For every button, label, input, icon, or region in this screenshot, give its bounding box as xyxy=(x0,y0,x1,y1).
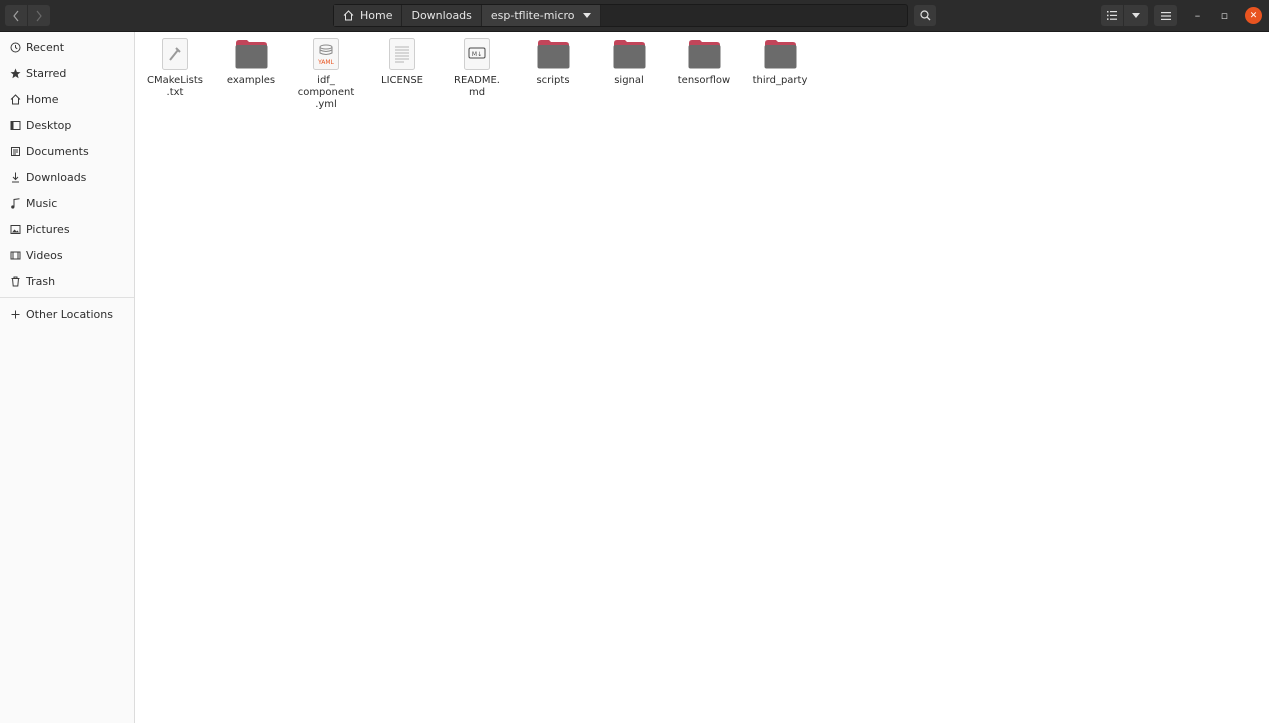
file-name: signal xyxy=(614,75,644,86)
minimize-button[interactable]: – xyxy=(1189,7,1206,24)
svg-text:M↓: M↓ xyxy=(472,51,482,58)
sidebar: Recent Starred Home Desktop Documents Do… xyxy=(0,32,135,723)
sidebar-item-desktop[interactable]: Desktop xyxy=(0,113,134,137)
sidebar-item-label: Videos xyxy=(26,248,63,262)
file-item-examples[interactable]: examples xyxy=(216,37,286,87)
list-view-icon xyxy=(1107,11,1117,20)
maximize-icon: ▫ xyxy=(1220,9,1229,22)
sidebar-item-other-locations[interactable]: Other Locations xyxy=(0,302,134,326)
breadcrumb-downloads[interactable]: Downloads xyxy=(402,5,482,26)
sidebar-item-label: Starred xyxy=(26,66,67,80)
breadcrumb-label: Downloads xyxy=(411,9,472,22)
folder-icon xyxy=(612,37,646,70)
file-name: tensorflow xyxy=(677,75,731,86)
sidebar-item-home[interactable]: Home xyxy=(0,87,134,111)
home-icon xyxy=(343,10,354,21)
file-name: idf_ component .yml xyxy=(297,75,355,110)
view-toggle-button[interactable] xyxy=(1101,5,1123,26)
picture-icon xyxy=(9,223,21,235)
sidebar-item-recent[interactable]: Recent xyxy=(0,35,134,59)
chevron-down-icon xyxy=(1132,13,1140,18)
sidebar-item-label: Documents xyxy=(26,144,89,158)
file-name: LICENSE xyxy=(381,75,423,86)
header-bar: Home Downloads esp-tflite-micro – ▫ ✕ xyxy=(0,0,1269,32)
sidebar-item-downloads[interactable]: Downloads xyxy=(0,165,134,189)
file-name: scripts xyxy=(536,75,570,86)
sidebar-item-label: Downloads xyxy=(26,170,87,184)
breadcrumb-current-folder[interactable]: esp-tflite-micro xyxy=(481,5,601,26)
folder-icon xyxy=(763,37,797,70)
chevron-down-icon xyxy=(582,13,591,18)
file-item-third-party[interactable]: third_party xyxy=(745,37,815,87)
yaml-file-icon: YAML xyxy=(309,37,343,70)
file-item-idf-component[interactable]: YAML idf_ component .yml xyxy=(291,37,361,111)
file-item-license[interactable]: LICENSE xyxy=(367,37,437,87)
document-icon xyxy=(9,145,21,157)
path-bar: Home Downloads esp-tflite-micro xyxy=(333,4,908,27)
file-item-readme[interactable]: M↓ README. md xyxy=(442,37,512,99)
sidebar-item-label: Music xyxy=(26,196,58,210)
download-icon xyxy=(9,171,21,183)
clock-icon xyxy=(9,41,21,53)
sidebar-item-label: Desktop xyxy=(26,118,72,132)
home-icon xyxy=(9,93,21,105)
breadcrumb-label: esp-tflite-micro xyxy=(490,9,575,22)
cmake-file-icon xyxy=(158,37,192,70)
sidebar-item-label: Other Locations xyxy=(26,307,113,321)
sidebar-item-label: Recent xyxy=(26,40,65,54)
hamburger-menu-icon xyxy=(1160,11,1171,20)
file-item-signal[interactable]: signal xyxy=(594,37,664,87)
file-item-tensorflow[interactable]: tensorflow xyxy=(669,37,739,87)
sidebar-item-documents[interactable]: Documents xyxy=(0,139,134,163)
markdown-file-icon: M↓ xyxy=(460,37,494,70)
close-icon: ✕ xyxy=(1249,10,1258,21)
trash-icon xyxy=(9,275,21,287)
file-name: third_party xyxy=(752,75,808,86)
sidebar-item-trash[interactable]: Trash xyxy=(0,269,134,293)
sidebar-item-starred[interactable]: Starred xyxy=(0,61,134,85)
breadcrumb-home[interactable]: Home xyxy=(334,5,403,26)
desktop-icon xyxy=(9,119,21,131)
file-item-cmakelists[interactable]: CMakeLists .txt xyxy=(140,37,210,99)
back-button[interactable] xyxy=(5,5,27,26)
forward-button[interactable] xyxy=(28,5,50,26)
video-icon xyxy=(9,249,21,261)
sidebar-item-label: Home xyxy=(26,92,59,106)
view-options-dropdown[interactable] xyxy=(1124,5,1148,26)
breadcrumb-label: Home xyxy=(360,9,393,22)
file-name: examples xyxy=(226,75,276,86)
sidebar-item-label: Trash xyxy=(26,274,56,288)
sidebar-item-music[interactable]: Music xyxy=(0,191,134,215)
svg-text:YAML: YAML xyxy=(317,59,334,66)
chevron-right-icon xyxy=(36,10,42,21)
sidebar-item-pictures[interactable]: Pictures xyxy=(0,217,134,241)
search-icon xyxy=(919,10,930,21)
file-view: CMakeLists .txt examples YAML idf_ compo… xyxy=(136,32,1269,723)
star-icon xyxy=(9,67,21,79)
close-button[interactable]: ✕ xyxy=(1245,7,1262,24)
chevron-left-icon xyxy=(13,10,19,21)
file-name: README. md xyxy=(454,75,500,98)
maximize-button[interactable]: ▫ xyxy=(1216,7,1233,24)
file-item-scripts[interactable]: scripts xyxy=(518,37,588,87)
sidebar-divider xyxy=(0,297,134,298)
music-icon xyxy=(9,197,21,209)
file-name: CMakeLists .txt xyxy=(146,75,203,98)
main-menu-button[interactable] xyxy=(1154,5,1177,26)
sidebar-item-videos[interactable]: Videos xyxy=(0,243,134,267)
minimize-icon: – xyxy=(1194,9,1201,22)
folder-icon xyxy=(234,37,268,70)
folder-icon xyxy=(536,37,570,70)
text-file-icon xyxy=(385,37,419,70)
plus-icon xyxy=(9,308,21,320)
sidebar-item-label: Pictures xyxy=(26,222,70,236)
search-button[interactable] xyxy=(914,5,936,26)
folder-icon xyxy=(687,37,721,70)
